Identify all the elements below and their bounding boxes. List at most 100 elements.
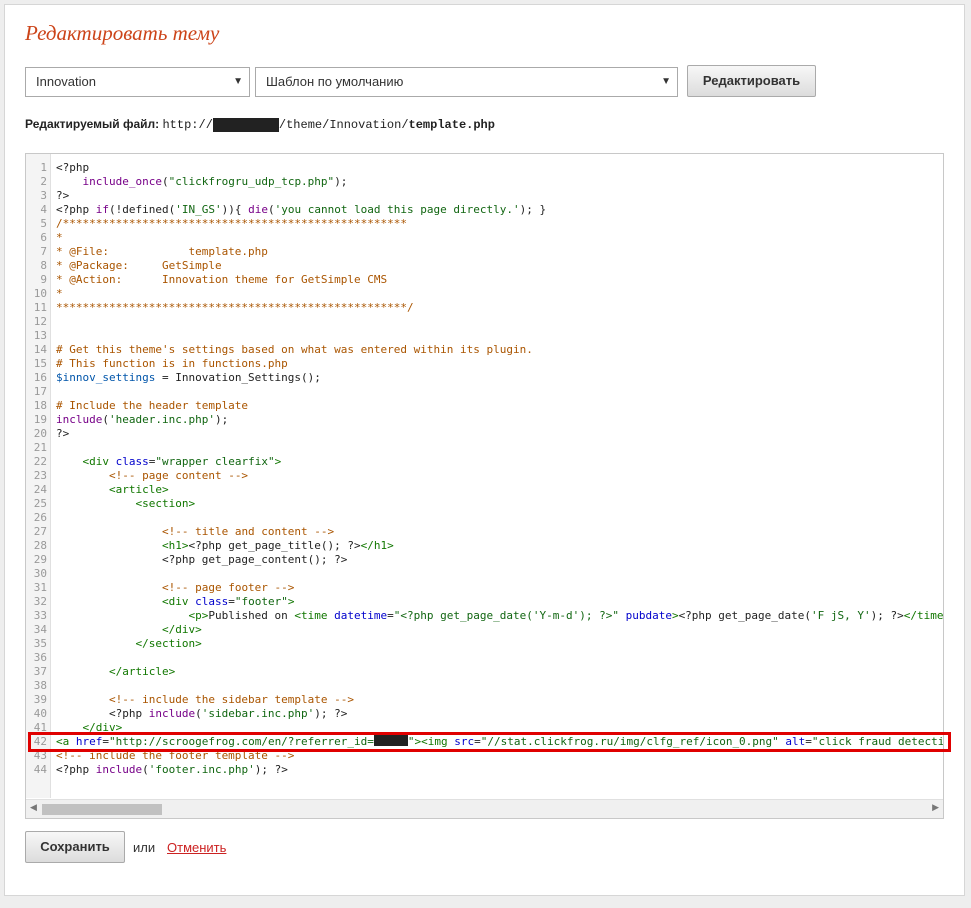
code-line[interactable]: 25 <section> [26, 497, 943, 511]
code-line[interactable]: 35 </section> [26, 637, 943, 651]
line-text: # This function is in functions.php [56, 357, 288, 370]
code-line[interactable]: 23 <!-- page content --> [26, 469, 943, 483]
code-line[interactable]: 32 <div class="footer"> [26, 595, 943, 609]
file-path-file: template.php [408, 118, 495, 132]
line-number: 17 [33, 385, 47, 398]
line-number: 24 [33, 483, 47, 496]
code-line[interactable]: 27 <!-- title and content --> [26, 525, 943, 539]
code-line[interactable]: 14 # Get this theme's settings based on w… [26, 343, 943, 357]
edit-button[interactable]: Редактировать [687, 65, 816, 97]
code-editor[interactable]: 1 <?php 2 include_once("clickfrogru_udp_tc… [25, 153, 944, 819]
line-number: 37 [33, 665, 47, 678]
code-lines[interactable]: 1 <?php 2 include_once("clickfrogru_udp_tc… [26, 161, 943, 777]
code-line[interactable]: 37 </article> [26, 665, 943, 679]
template-select[interactable]: Шаблон по умолчанию ▼ [255, 67, 678, 97]
line-number: 6 [40, 231, 47, 244]
line-text: </div> [161, 623, 202, 636]
theme-edit-panel: Редактировать тему Innovation ▼ Шаблон п… [4, 4, 965, 896]
code-line[interactable]: 31 <!-- page footer --> [26, 581, 943, 595]
code-line[interactable]: 44 <?php include('footer.inc.php'); ?> [26, 763, 943, 777]
code-line[interactable]: 17 [26, 385, 943, 399]
line-number: 18 [33, 399, 47, 412]
scroll-left-icon[interactable]: ◀ [30, 802, 37, 813]
line-text: * [56, 231, 63, 244]
code-line[interactable]: 6 * [26, 231, 943, 245]
line-text: <!-- include the sidebar template --> [108, 693, 355, 706]
code-line[interactable]: 28 <h1><?php get_page_title(); ?></h1> [26, 539, 943, 553]
scroll-right-icon[interactable]: ▶ [932, 802, 939, 813]
line-text: ****************************************… [56, 301, 414, 314]
line-number: 11 [33, 301, 47, 314]
code-line[interactable]: 19 include('header.inc.php'); [26, 413, 943, 427]
file-path-prefix: http:// [162, 118, 213, 132]
code-line[interactable]: 1 <?php [26, 161, 943, 175]
cancel-link[interactable]: Отменить [167, 840, 226, 855]
code-line[interactable]: 11 **************************************… [26, 301, 943, 315]
code-line[interactable]: 2 include_once("clickfrogru_udp_tcp.php"… [26, 175, 943, 189]
code-line[interactable]: 33 <p>Published on <time datetime="<?php… [26, 609, 943, 623]
code-line[interactable]: 26 [26, 511, 943, 525]
line-number: 28 [33, 539, 47, 552]
page-title: Редактировать тему [25, 21, 220, 45]
line-number: 4 [40, 203, 47, 216]
code-line[interactable]: 8 * @Package: GetSimple [26, 259, 943, 273]
code-line[interactable]: 36 [26, 651, 943, 665]
code-line[interactable]: 10 * [26, 287, 943, 301]
line-text: * @Action: Innovation theme for GetSimpl… [56, 273, 388, 286]
save-button[interactable]: Сохранить [25, 831, 125, 863]
line-text: /***************************************… [56, 217, 407, 230]
code-line[interactable]: 29 <?php get_page_content(); ?> [26, 553, 943, 567]
line-text: * @Package: GetSimple [56, 259, 222, 272]
code-line[interactable]: 40 <?php include('sidebar.inc.php'); ?> [26, 707, 943, 721]
code-line[interactable]: 3 ?> [26, 189, 943, 203]
line-number: 23 [33, 469, 47, 482]
injected-line-highlight [28, 732, 951, 752]
line-text: <div class="wrapper clearfix"> [82, 455, 282, 468]
code-line[interactable]: 30 [26, 567, 943, 581]
horizontal-scrollbar[interactable]: ◀ ▶ [26, 799, 943, 818]
line-number: 29 [33, 553, 47, 566]
line-number: 31 [33, 581, 47, 594]
code-line[interactable]: 7 * @File: template.php [26, 245, 943, 259]
code-line[interactable]: 24 <article> [26, 483, 943, 497]
code-line[interactable]: 21 [26, 441, 943, 455]
code-line[interactable]: 34 </div> [26, 623, 943, 637]
code-line[interactable]: 18 # Include the header template [26, 399, 943, 413]
line-number: 39 [33, 693, 47, 706]
line-number: 33 [33, 609, 47, 622]
code-line[interactable]: 5 /**************************************… [26, 217, 943, 231]
line-number: 19 [33, 413, 47, 426]
line-number: 20 [33, 427, 47, 440]
code-line[interactable]: 16 $innov_settings = Innovation_Settings(… [26, 371, 943, 385]
line-number: 27 [33, 525, 47, 538]
code-line[interactable]: 20 ?> [26, 427, 943, 441]
theme-select[interactable]: Innovation ▼ [25, 67, 250, 97]
line-number: 12 [33, 315, 47, 328]
line-number: 5 [40, 217, 47, 230]
code-line[interactable]: 12 [26, 315, 943, 329]
scrollbar-thumb[interactable] [42, 804, 162, 815]
line-text: $innov_settings = Innovation_Settings(); [56, 371, 321, 384]
line-text: include('header.inc.php'); [56, 413, 229, 426]
code-line[interactable]: 39 <!-- include the sidebar template --> [26, 693, 943, 707]
line-text: <?php [56, 161, 90, 174]
edited-file-path: Редактируемый файл: http:// /theme/Innova… [25, 117, 495, 132]
code-line[interactable]: 22 <div class="wrapper clearfix"> [26, 455, 943, 469]
code-line[interactable]: 9 * @Action: Innovation theme for GetSimp… [26, 273, 943, 287]
line-number: 26 [33, 511, 47, 524]
line-text: <!-- page content --> [108, 469, 249, 482]
line-text: <?php get_page_content(); ?> [56, 553, 348, 566]
code-line[interactable]: 4 <?php if(!defined('IN_GS')){ die('you c… [26, 203, 943, 217]
code-line[interactable]: 13 [26, 329, 943, 343]
line-text: <!-- page footer --> [161, 581, 295, 594]
line-number: 2 [40, 175, 47, 188]
theme-select-value: Innovation [36, 74, 96, 89]
code-line[interactable]: 38 [26, 679, 943, 693]
line-text: <h1><?php get_page_title(); ?></h1> [161, 539, 394, 552]
line-number: 9 [40, 273, 47, 286]
line-text: include_once("clickfrogru_udp_tcp.php"); [82, 175, 348, 188]
code-line[interactable]: 15 # This function is in functions.php [26, 357, 943, 371]
chevron-down-icon: ▼ [233, 76, 243, 87]
line-text: # Include the header template [56, 399, 249, 412]
line-number: 13 [33, 329, 47, 342]
